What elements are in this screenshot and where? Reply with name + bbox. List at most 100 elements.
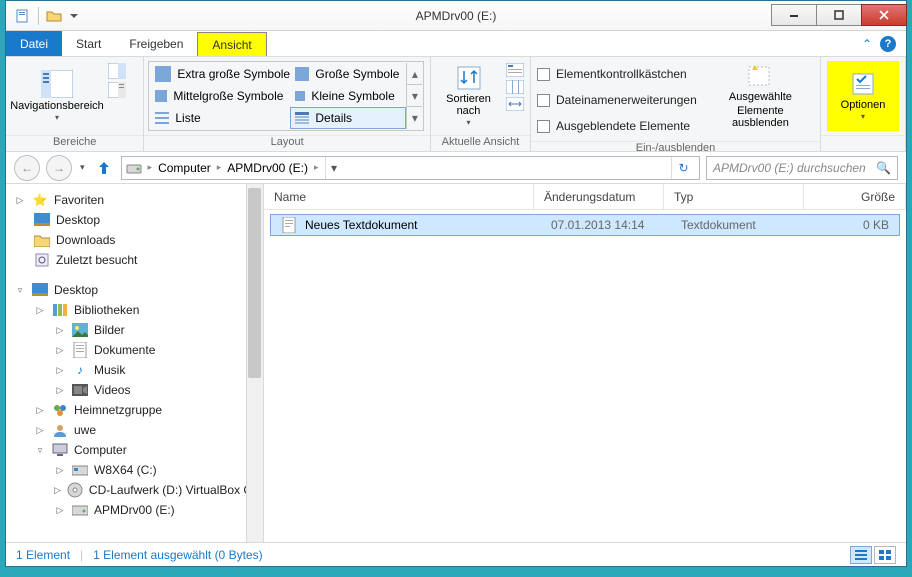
help-icon[interactable]: ?: [880, 36, 896, 52]
checkbox-file-extensions[interactable]: Dateinamenerweiterungen: [537, 89, 697, 111]
tree-homegroup[interactable]: Heimnetzgruppe: [74, 403, 162, 417]
tree-computer[interactable]: Computer: [74, 443, 127, 457]
navpane-label: Navigationsbereich: [10, 100, 104, 112]
tree-libraries[interactable]: Bibliotheken: [74, 303, 139, 317]
computer-icon: [52, 442, 68, 458]
hide-selected-button[interactable]: Ausgewählte Elemente ausblenden: [707, 61, 814, 131]
details-pane-icon[interactable]: [108, 82, 126, 98]
file-row[interactable]: Neues Textdokument 07.01.2013 14:14 Text…: [270, 214, 900, 236]
address-dropdown[interactable]: ▾: [325, 157, 343, 179]
layout-small[interactable]: Kleine Symbole: [290, 85, 406, 107]
tree-desktop[interactable]: Desktop: [54, 283, 98, 297]
file-date: 07.01.2013 14:14: [541, 218, 671, 232]
pictures-icon: [72, 322, 88, 338]
col-date[interactable]: Änderungsdatum: [534, 184, 664, 209]
navigation-tree[interactable]: ▷⭐Favoriten Desktop Downloads Zuletzt be…: [6, 184, 264, 542]
tree-favorites[interactable]: Favoriten: [54, 193, 104, 207]
col-type[interactable]: Typ: [664, 184, 804, 209]
tree-downloads[interactable]: Downloads: [56, 233, 115, 247]
checkbox-hidden-items[interactable]: Ausgeblendete Elemente: [537, 115, 697, 137]
navigation-pane-button[interactable]: Navigationsbereich ▾: [12, 61, 102, 131]
recent-icon: [34, 252, 50, 268]
col-name[interactable]: Name: [264, 184, 534, 209]
layout-medium[interactable]: Mittelgroße Symbole: [150, 85, 295, 107]
tab-file[interactable]: Datei: [6, 31, 62, 56]
view-details-button[interactable]: [850, 546, 872, 564]
group-layout-label: Layout: [144, 135, 430, 151]
crumb-computer[interactable]: Computer: [158, 161, 211, 175]
view-icons-button[interactable]: [874, 546, 896, 564]
layout-list[interactable]: Liste: [150, 107, 295, 129]
forward-button[interactable]: →: [46, 155, 72, 181]
file-size: 0 KB: [811, 218, 899, 232]
maximize-button[interactable]: [816, 4, 862, 26]
status-bar: 1 Element | 1 Element ausgewählt (0 Byte…: [6, 542, 906, 566]
sizecolumns-icon[interactable]: [506, 97, 524, 111]
tree-user[interactable]: uwe: [74, 423, 96, 437]
desktop-icon: [32, 282, 48, 298]
col-size[interactable]: Größe: [804, 184, 906, 209]
tab-start[interactable]: Start: [62, 31, 115, 56]
content-area: ▷⭐Favoriten Desktop Downloads Zuletzt be…: [6, 184, 906, 542]
up-button[interactable]: [93, 157, 115, 179]
tree-drive-d[interactable]: CD-Laufwerk (D:) VirtualBox Guest A: [89, 483, 264, 497]
tree-music[interactable]: Musik: [94, 363, 125, 377]
tree-drive-c[interactable]: W8X64 (C:): [94, 463, 157, 477]
preview-pane-icon[interactable]: [108, 63, 126, 79]
tree-scrollbar[interactable]: [246, 184, 263, 542]
desktop-icon: [34, 212, 50, 228]
tree-documents[interactable]: Dokumente: [94, 343, 155, 357]
column-headers[interactable]: Name Änderungsdatum Typ Größe: [264, 184, 906, 210]
options-label: Optionen: [841, 99, 886, 111]
search-icon: 🔍: [876, 161, 891, 175]
group-panes-label: Bereiche: [6, 135, 143, 151]
refresh-button[interactable]: ↻: [671, 157, 695, 179]
folder-icon: [34, 232, 50, 248]
search-box[interactable]: APMDrv00 (E:) durchsuchen 🔍: [706, 156, 898, 180]
status-count: 1 Element: [16, 548, 70, 562]
music-icon: ♪: [72, 362, 88, 378]
sort-label: Sortieren nach: [439, 93, 498, 117]
options-icon: [848, 71, 878, 97]
textfile-icon: [281, 217, 297, 233]
layout-extra-large[interactable]: Extra große Symbole: [150, 63, 295, 85]
layout-large[interactable]: Große Symbole: [290, 63, 406, 85]
address-bar[interactable]: ▸ Computer ▸ APMDrv00 (E:) ▸ ▾ ↻: [121, 156, 700, 180]
drive-e-icon: [72, 502, 88, 518]
navigation-row: ← → ▾ ▸ Computer ▸ APMDrv00 (E:) ▸ ▾ ↻ A…: [6, 152, 906, 184]
layout-scroll[interactable]: ▴▾▾: [406, 63, 422, 129]
groupby-icon[interactable]: [506, 63, 524, 77]
ribbon-collapse-icon[interactable]: ⌃: [862, 37, 872, 51]
qat-newfolder-icon[interactable]: [43, 5, 65, 27]
search-placeholder: APMDrv00 (E:) durchsuchen: [713, 161, 866, 175]
sort-by-button[interactable]: Sortieren nach ▾: [437, 61, 500, 131]
tree-recent[interactable]: Zuletzt besucht: [56, 253, 137, 267]
tab-share[interactable]: Freigeben: [115, 31, 197, 56]
status-selection: 1 Element ausgewählt (0 Bytes): [93, 548, 262, 562]
qat-properties-icon[interactable]: [12, 5, 34, 27]
history-dropdown[interactable]: ▾: [78, 162, 87, 173]
videos-icon: [72, 382, 88, 398]
crumb-drive[interactable]: APMDrv00 (E:): [227, 161, 308, 175]
tree-videos[interactable]: Videos: [94, 383, 130, 397]
qat-dropdown-icon[interactable]: [67, 5, 81, 27]
tab-view[interactable]: Ansicht: [197, 32, 266, 56]
libraries-icon: [52, 302, 68, 318]
close-button[interactable]: [861, 4, 907, 26]
addcolumns-icon[interactable]: [506, 80, 524, 94]
tree-desktop-fav[interactable]: Desktop: [56, 213, 100, 227]
options-button[interactable]: Optionen ▾: [827, 61, 899, 131]
tree-pictures[interactable]: Bilder: [94, 323, 125, 337]
star-icon: ⭐: [32, 192, 48, 208]
checkbox-item-checkboxes[interactable]: Elementkontrollkästchen: [537, 63, 697, 85]
drive-c-icon: [72, 462, 88, 478]
back-button[interactable]: ←: [14, 155, 40, 181]
homegroup-icon: [52, 402, 68, 418]
ribbon-tabs: Datei Start Freigeben Ansicht ⌃ ?: [6, 31, 906, 57]
group-currentview-label: Aktuelle Ansicht: [431, 135, 530, 151]
minimize-button[interactable]: [771, 4, 817, 26]
sort-icon: [454, 65, 484, 91]
tree-drive-e[interactable]: APMDrv00 (E:): [94, 503, 175, 517]
title-bar: APMDrv00 (E:): [6, 1, 906, 31]
layout-details[interactable]: Details: [290, 107, 406, 129]
